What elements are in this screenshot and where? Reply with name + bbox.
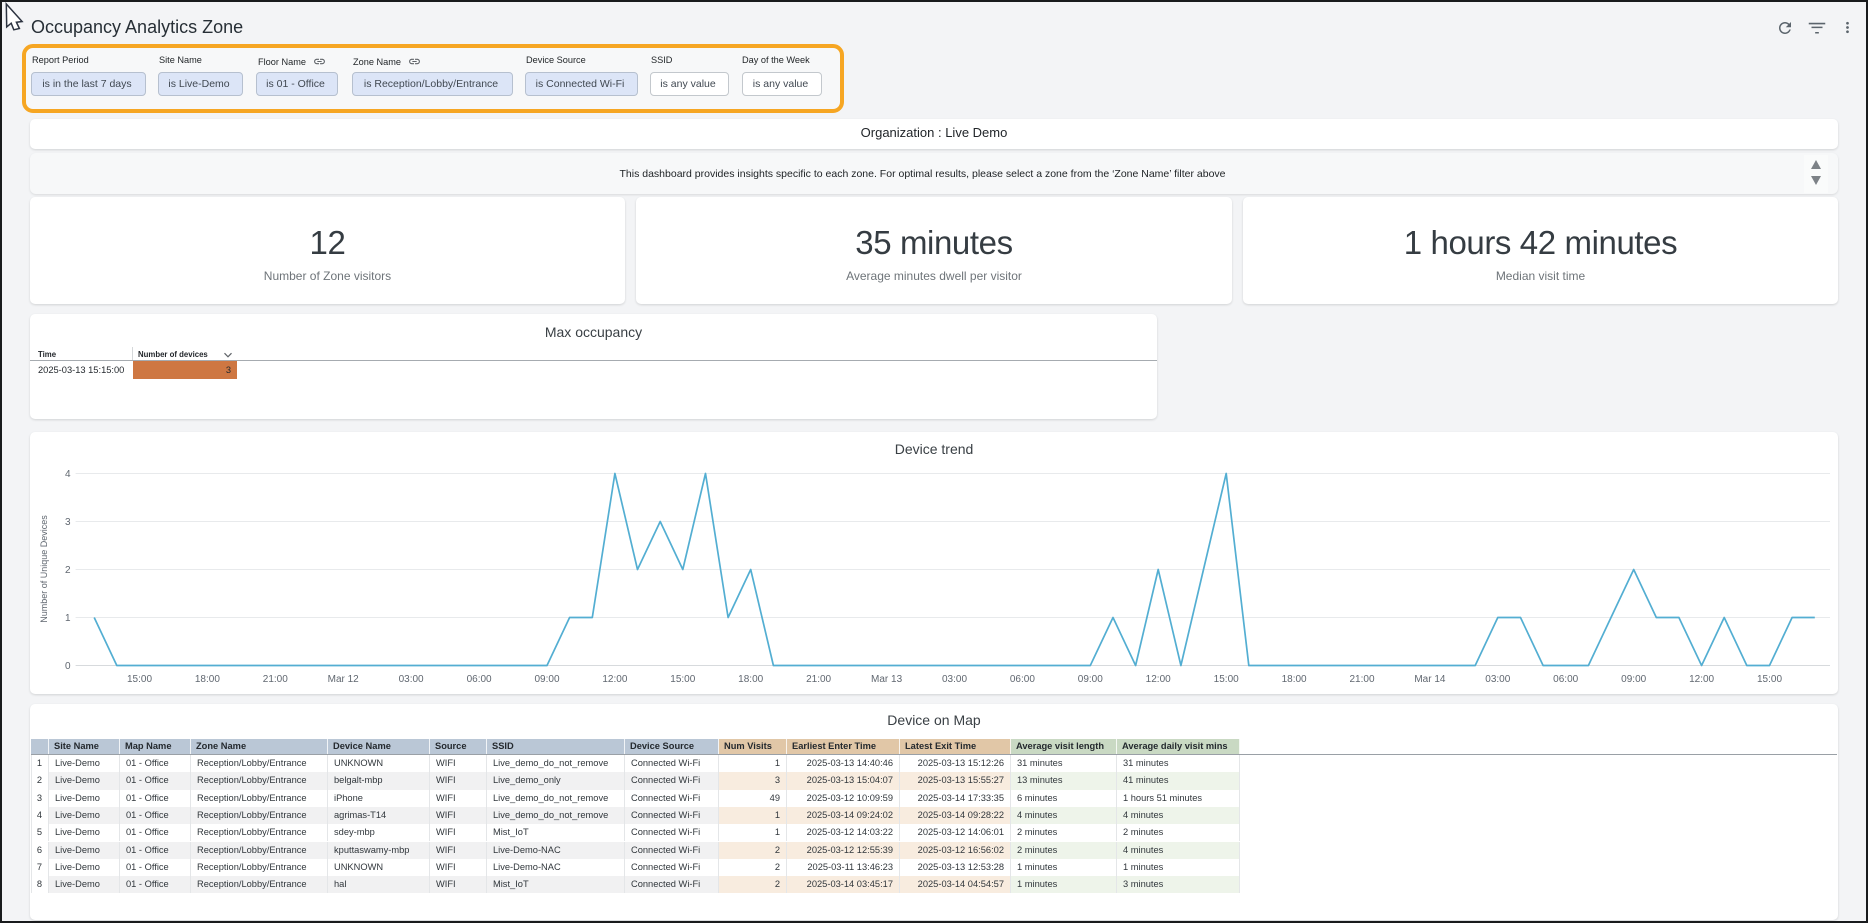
- svg-text:Mar 13: Mar 13: [871, 674, 903, 685]
- svg-text:18:00: 18:00: [195, 674, 220, 685]
- svg-text:03:00: 03:00: [942, 674, 967, 685]
- svg-text:12:00: 12:00: [1146, 674, 1171, 685]
- svg-text:3: 3: [65, 517, 71, 528]
- svg-text:12:00: 12:00: [1689, 674, 1714, 685]
- svg-text:0: 0: [65, 661, 71, 672]
- svg-text:06:00: 06:00: [467, 674, 492, 685]
- svg-text:15:00: 15:00: [670, 674, 695, 685]
- svg-text:1: 1: [65, 613, 71, 624]
- svg-text:06:00: 06:00: [1553, 674, 1578, 685]
- svg-text:2: 2: [65, 565, 71, 576]
- svg-text:21:00: 21:00: [1349, 674, 1374, 685]
- svg-text:21:00: 21:00: [806, 674, 831, 685]
- svg-text:15:00: 15:00: [127, 674, 152, 685]
- svg-text:Mar 14: Mar 14: [1414, 674, 1446, 685]
- svg-text:15:00: 15:00: [1757, 674, 1782, 685]
- svg-text:15:00: 15:00: [1214, 674, 1239, 685]
- svg-text:Device trend: Device trend: [895, 441, 974, 457]
- svg-text:Number of Unique Devices: Number of Unique Devices: [39, 515, 49, 623]
- svg-text:09:00: 09:00: [1078, 674, 1103, 685]
- svg-text:03:00: 03:00: [1485, 674, 1510, 685]
- svg-text:12:00: 12:00: [602, 674, 627, 685]
- svg-text:21:00: 21:00: [263, 674, 288, 685]
- svg-text:Mar 12: Mar 12: [328, 674, 360, 685]
- svg-text:09:00: 09:00: [534, 674, 559, 685]
- svg-text:18:00: 18:00: [1282, 674, 1307, 685]
- svg-text:03:00: 03:00: [399, 674, 424, 685]
- svg-text:09:00: 09:00: [1621, 674, 1646, 685]
- svg-text:18:00: 18:00: [738, 674, 763, 685]
- svg-text:06:00: 06:00: [1010, 674, 1035, 685]
- svg-text:4: 4: [65, 469, 71, 480]
